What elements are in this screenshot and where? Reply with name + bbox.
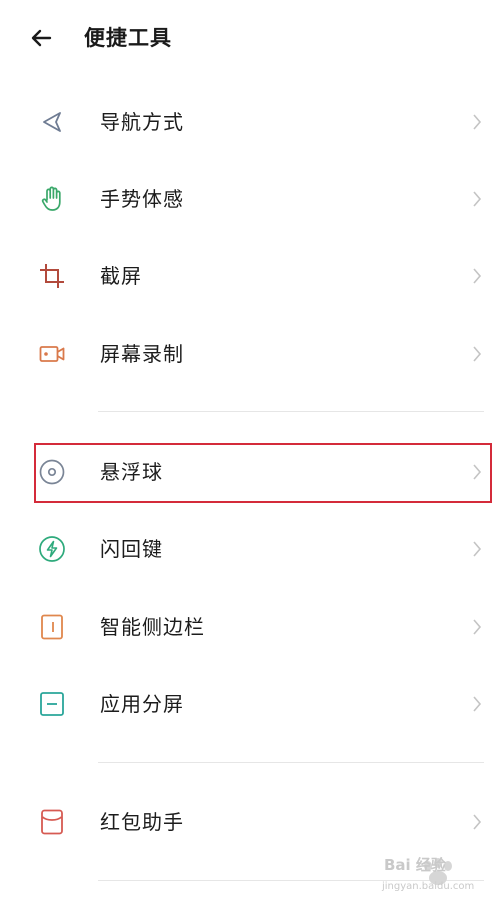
- watermark-text: Bai 经验: [384, 856, 446, 874]
- navigation-arrow-icon: [43, 112, 61, 132]
- chevron-right-icon: [473, 696, 482, 712]
- menu-item-screen-record[interactable]: 屏幕录制: [0, 319, 500, 389]
- menu-item-red-envelope-assistant[interactable]: 红包助手: [0, 787, 500, 857]
- back-arrow-icon: [31, 29, 52, 47]
- chevron-right-icon: [473, 268, 482, 284]
- section-divider: [98, 411, 484, 412]
- chevron-right-icon: [473, 814, 482, 830]
- section-divider: [98, 762, 484, 763]
- menu-item-label: 智能侧边栏: [100, 615, 205, 639]
- chevron-right-icon: [473, 191, 482, 207]
- hand-gesture-icon: [41, 186, 61, 211]
- menu-item-label: 手势体感: [100, 187, 184, 211]
- app-header: 便捷工具: [0, 0, 500, 80]
- menu-item-label: 导航方式: [100, 110, 184, 134]
- flash-back-icon: [39, 536, 65, 562]
- red-envelope-icon: [41, 809, 63, 835]
- crop-screenshot-icon: [40, 264, 64, 288]
- page-title: 便捷工具: [84, 26, 172, 50]
- back-button[interactable]: [26, 22, 60, 54]
- screen-record-icon: [39, 346, 65, 362]
- chevron-right-icon: [473, 114, 482, 130]
- menu-item-smart-sidebar[interactable]: 智能侧边栏: [0, 592, 500, 662]
- menu-item-flash-back-key[interactable]: 闪回键: [0, 514, 500, 584]
- menu-item-label: 截屏: [100, 264, 142, 288]
- menu-item-navigation-mode[interactable]: 导航方式: [0, 87, 500, 157]
- chevron-right-icon: [473, 619, 482, 635]
- menu-item-label: 应用分屏: [100, 692, 184, 716]
- chevron-right-icon: [473, 541, 482, 557]
- smart-sidebar-icon: [41, 614, 63, 640]
- menu-item-label: 闪回键: [100, 537, 163, 561]
- watermark-url: jingyan.baidu.com: [382, 881, 475, 892]
- menu-item-label: 屏幕录制: [100, 342, 184, 366]
- split-screen-icon: [40, 692, 64, 716]
- menu-item-gesture-motion[interactable]: 手势体感: [0, 164, 500, 234]
- menu-item-screenshot[interactable]: 截屏: [0, 241, 500, 311]
- menu-item-label: 红包助手: [100, 810, 184, 834]
- highlight-box: [34, 443, 492, 503]
- chevron-right-icon: [473, 346, 482, 362]
- menu-item-split-screen[interactable]: 应用分屏: [0, 669, 500, 739]
